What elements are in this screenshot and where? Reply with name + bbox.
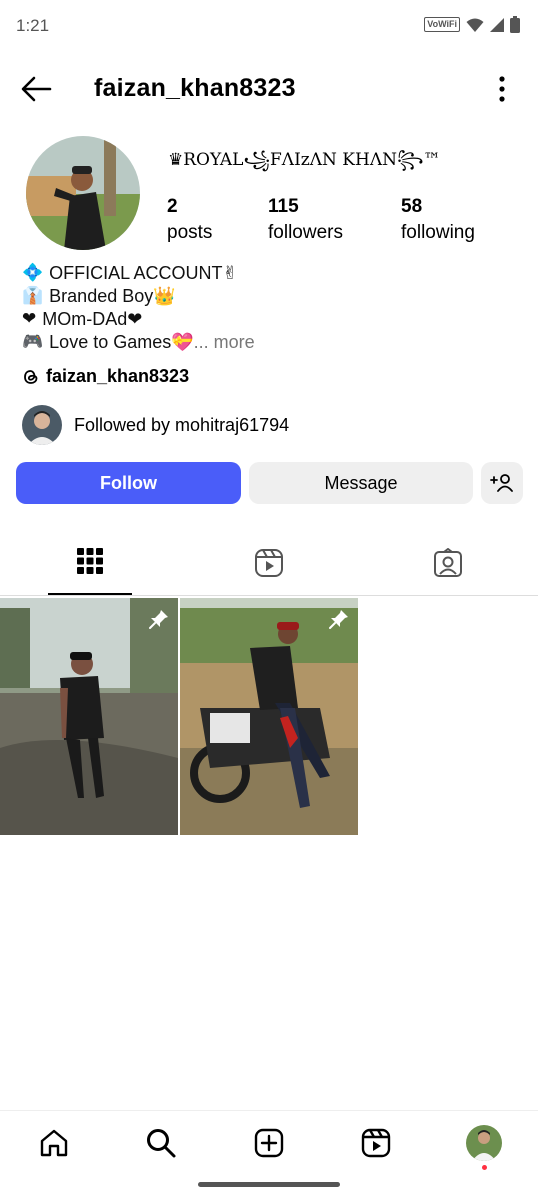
threads-icon [24,369,38,384]
pinned-icon [329,610,348,629]
tab-active-indicator [48,593,132,595]
back-arrow-icon[interactable] [18,74,54,104]
username-title: faizan_khan8323 [94,74,296,102]
followed-by-text: Followed by mohitraj61794 [74,414,290,435]
bio-text: MOm-DAd❤ [42,309,143,329]
nav-reels[interactable] [358,1125,394,1161]
bio-text: Love to Games💝 [49,332,194,352]
more-vertical-icon[interactable] [496,74,508,104]
bio-line: ❤ MOm-DAd❤ [22,308,255,331]
stat-posts[interactable]: 2 posts [167,196,212,244]
message-button[interactable]: Message [249,462,473,504]
nav-create[interactable] [251,1125,287,1161]
bio-emoji: ❤ [22,309,37,329]
follow-button[interactable]: Follow [16,462,241,504]
nav-home[interactable] [36,1125,72,1161]
stat-following[interactable]: 58 following [401,196,475,244]
profile-avatar [466,1125,502,1161]
stat-posts-count: 2 [167,196,178,217]
post-thumbnail-1[interactable] [0,598,178,835]
suggested-users-button[interactable] [481,462,523,504]
stat-following-label: following [401,222,475,243]
tab-grid[interactable] [0,540,179,596]
stat-followers-count: 115 [268,196,299,217]
nav-search[interactable] [143,1125,179,1161]
profile-header: faizan_khan8323 [0,60,538,118]
add-user-icon [490,474,513,492]
home-indicator[interactable] [198,1182,340,1187]
tagged-icon [433,548,462,577]
status-bar: 1:21 VoWiFi [0,0,538,52]
stat-followers[interactable]: 115 followers [268,196,343,244]
status-time: 1:21 [16,16,50,35]
bio-more-link[interactable]: ... more [194,331,255,354]
grid-icon [76,548,103,574]
bio-text: OFFICIAL ACCOUNT✌ [49,263,238,283]
tab-tagged[interactable] [358,540,537,596]
bio-text: Branded Boy👑 [49,286,176,306]
notification-dot [482,1165,487,1170]
signal-icon [490,17,504,32]
post-thumbnail-2[interactable] [180,598,358,835]
wifi-icon [466,18,484,32]
create-icon [254,1128,284,1158]
mutual-follower-avatar [22,405,62,445]
profile-tabs [0,540,538,596]
threads-link[interactable]: faizan_khan8323 [22,366,189,387]
bio-line: 💠 OFFICIAL ACCOUNT✌ [22,262,255,285]
search-icon [147,1129,176,1158]
threads-handle: faizan_khan8323 [46,366,190,386]
bio-line: 🎮 Love to Games💝... more [22,331,255,354]
bio-line: 👔 Branded Boy👑 [22,285,255,308]
bio-emoji: 👔 [22,286,44,306]
stat-posts-label: posts [167,222,213,243]
bio-emoji: 🎮 [22,332,44,352]
followed-by[interactable]: Followed by mohitraj61794 [22,405,289,445]
pinned-icon [149,610,168,629]
tab-reels[interactable] [179,540,358,596]
stat-following-count: 58 [401,196,423,217]
vowifi-badge: VoWiFi [424,17,460,32]
reels-icon [254,549,283,577]
stat-followers-label: followers [268,222,343,243]
reels-icon [361,1128,391,1158]
home-icon [40,1129,68,1157]
bio-emoji: 💠 [22,263,44,283]
battery-icon [510,16,520,33]
profile-bio: 💠 OFFICIAL ACCOUNT✌ 👔 Branded Boy👑 ❤ MOm… [22,262,255,354]
status-icons: VoWiFi [424,16,520,33]
profile-avatar[interactable] [26,136,140,250]
display-name: ♛ROYAL꧁FΛIzΛN KHΛN꧂™ [168,150,441,170]
nav-profile[interactable] [466,1125,502,1170]
